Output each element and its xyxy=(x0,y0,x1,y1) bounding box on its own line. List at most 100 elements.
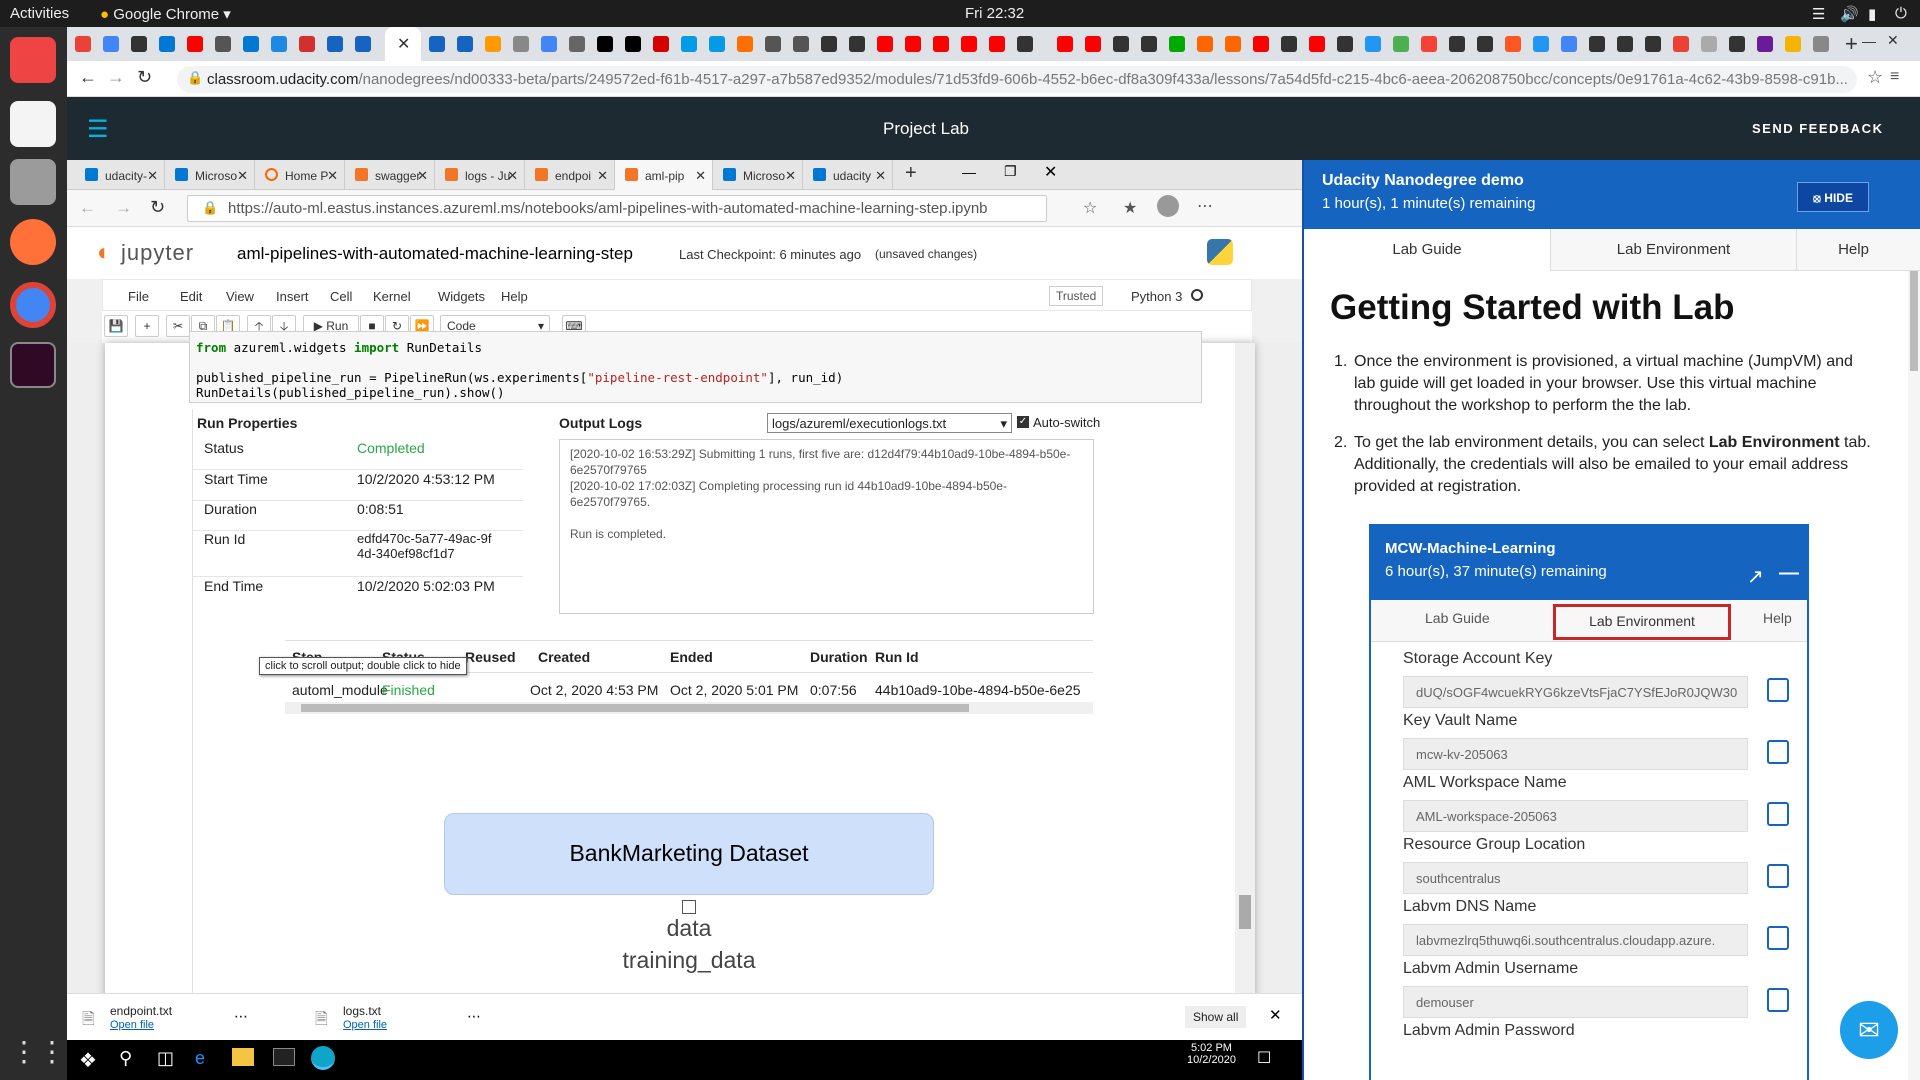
tab-favicon-icon[interactable] xyxy=(1225,36,1241,52)
tab-favicon-icon[interactable] xyxy=(1337,36,1353,52)
tab-favicon-icon[interactable] xyxy=(215,36,231,52)
tab-favicon-icon[interactable] xyxy=(821,36,837,52)
autoswitch-checkbox[interactable]: ✓ xyxy=(1017,416,1029,428)
window-close-icon[interactable]: ✕ xyxy=(1044,162,1057,182)
tab-favicon-icon[interactable] xyxy=(1197,36,1213,52)
search-icon[interactable]: ⚲ xyxy=(119,1048,132,1069)
tab-help[interactable]: Help xyxy=(1796,229,1910,271)
open-file-link[interactable]: Open file xyxy=(110,1019,154,1031)
hide-button[interactable]: ⦻ HIDE xyxy=(1797,182,1869,212)
close-downloads-icon[interactable]: ✕ xyxy=(1269,1006,1282,1024)
tab-favicon-icon[interactable] xyxy=(1785,36,1801,52)
tab-favicon-icon[interactable] xyxy=(1281,36,1297,52)
tab-favicon-icon[interactable] xyxy=(1589,36,1605,52)
wifi-icon[interactable]: ☰ xyxy=(1812,5,1825,23)
tab-favicon-icon[interactable] xyxy=(849,36,865,52)
tab-favicon-icon[interactable] xyxy=(765,36,781,52)
tab-favicon-icon[interactable] xyxy=(1393,36,1409,52)
tab-favicon-icon[interactable] xyxy=(187,36,203,52)
tab-favicon-icon[interactable] xyxy=(131,36,147,52)
open-file-link[interactable]: Open file xyxy=(343,1019,387,1031)
tab-favicon-icon[interactable] xyxy=(1421,36,1437,52)
log-file-select[interactable]: logs/azureml/executionlogs.txt ▾ xyxy=(767,413,1012,433)
chrome-dock-icon[interactable] xyxy=(10,282,56,328)
tab-favicon-icon[interactable] xyxy=(159,36,175,52)
tab-favicon-icon[interactable] xyxy=(737,36,753,52)
column-header[interactable]: Ended xyxy=(670,649,713,665)
notebook-name[interactable]: aml-pipelines-with-automated-machine-lea… xyxy=(237,244,633,264)
show-all-button[interactable]: Show all xyxy=(1185,1006,1247,1028)
active-app-menu[interactable]: ● Google Chrome ▾ xyxy=(100,5,231,23)
log-output-box[interactable]: [2020-10-02 16:53:29Z] Submitting 1 runs… xyxy=(559,439,1094,614)
tab-favicon-icon[interactable] xyxy=(1141,36,1157,52)
edge-tab[interactable]: udacity ✕ xyxy=(803,160,893,190)
text-editor-icon[interactable] xyxy=(10,101,56,147)
dataset-node[interactable]: BankMarketing Dataset xyxy=(444,813,934,895)
trusted-badge[interactable]: Trusted xyxy=(1049,286,1104,306)
tab-favicon-icon[interactable] xyxy=(1729,36,1745,52)
tab-favicon-icon[interactable] xyxy=(709,36,725,52)
volume-icon[interactable]: 🔊 xyxy=(1840,5,1859,23)
scrollbar-thumb[interactable] xyxy=(1910,271,1918,371)
more-options-icon[interactable]: ⋯ xyxy=(234,1008,248,1025)
files-icon[interactable] xyxy=(10,159,56,205)
file-explorer-icon[interactable] xyxy=(232,1048,254,1066)
favorites-bar-icon[interactable]: ★ xyxy=(1123,198,1137,218)
close-tab-icon[interactable]: ✕ xyxy=(785,168,796,184)
tab-favicon-icon[interactable] xyxy=(243,36,259,52)
edge-tab[interactable]: Microso ✕ xyxy=(713,160,803,190)
window-close-icon[interactable]: ✕ xyxy=(1887,32,1899,49)
edge-tab[interactable]: Microso ✕ xyxy=(165,160,255,190)
reload-icon[interactable]: ↻ xyxy=(137,67,152,88)
close-tab-icon[interactable]: ✕ xyxy=(397,34,410,54)
cut-icon[interactable]: ✂ xyxy=(166,315,190,337)
download-item[interactable]: 🗎 endpoint.txt Open file ⋯ xyxy=(82,1004,262,1034)
window-maximize-icon[interactable]: ❐ xyxy=(1004,163,1017,180)
tab-favicon-icon[interactable] xyxy=(1617,36,1633,52)
add-cell-icon[interactable]: + xyxy=(135,315,159,337)
tab-favicon-icon[interactable] xyxy=(1701,36,1717,52)
output-prompt-gutter[interactable] xyxy=(105,409,193,1011)
tab-favicon-icon[interactable] xyxy=(1645,36,1661,52)
tab-favicon-icon[interactable] xyxy=(299,36,315,52)
forward-arrow-icon[interactable]: → xyxy=(107,67,125,88)
column-header[interactable]: Duration xyxy=(810,649,868,665)
tab-favicon-icon[interactable] xyxy=(355,36,371,52)
chat-support-icon[interactable]: ✉ xyxy=(1840,1001,1898,1059)
tab-lab-guide[interactable]: Lab Guide xyxy=(1304,229,1550,271)
edge-tab-active[interactable]: aml-pip ✕ xyxy=(615,160,713,190)
anydesk-icon[interactable] xyxy=(10,37,56,83)
more-options-icon[interactable]: ⋯ xyxy=(467,1008,481,1025)
tab-favicon-icon[interactable] xyxy=(1169,36,1185,52)
close-tab-icon[interactable]: ✕ xyxy=(237,168,248,184)
close-tab-icon[interactable]: ✕ xyxy=(507,168,518,184)
edge-address-bar[interactable]: 🔒 https://auto-ml.eastus.instances.azure… xyxy=(187,195,1047,222)
tab-favicon-icon[interactable] xyxy=(485,36,501,52)
tab-favicon-icon[interactable] xyxy=(513,36,529,52)
tab-lab-environment[interactable]: Lab Environment xyxy=(1550,229,1796,271)
tab-favicon-icon[interactable] xyxy=(1757,36,1773,52)
edge-tab[interactable]: udacity- ✕ xyxy=(75,160,165,190)
tab-favicon-icon[interactable] xyxy=(1505,36,1521,52)
star-icon[interactable]: ☆ xyxy=(1867,67,1883,88)
column-header[interactable]: Reused xyxy=(465,649,516,665)
menu-widgets[interactable]: Widgets xyxy=(438,289,485,304)
horizontal-scrollbar[interactable] xyxy=(285,702,1093,714)
new-tab-button[interactable]: + xyxy=(905,162,917,185)
windows-start-icon[interactable]: ❖ xyxy=(79,1048,97,1073)
download-item[interactable]: 🗎 logs.txt Open file ⋯ xyxy=(315,1004,495,1034)
menu-view[interactable]: View xyxy=(226,289,254,304)
tab-favicon-icon[interactable] xyxy=(271,36,287,52)
tab-favicon-icon[interactable] xyxy=(327,36,343,52)
back-arrow-icon[interactable]: ← xyxy=(79,67,97,88)
tab-favicon-icon[interactable] xyxy=(75,36,91,52)
save-icon[interactable]: 💾 xyxy=(104,315,128,337)
scrollbar-thumb[interactable] xyxy=(1239,895,1251,929)
tab-favicon-icon[interactable] xyxy=(681,36,697,52)
new-tab-button[interactable]: + xyxy=(1845,31,1858,57)
tab-favicon-icon[interactable] xyxy=(429,36,445,52)
clock[interactable]: Fri 22:32 xyxy=(965,5,1024,22)
kernel-name[interactable]: Python 3 xyxy=(1131,289,1182,304)
tab-favicon-icon[interactable] xyxy=(793,36,809,52)
battery-icon[interactable]: ▮ xyxy=(1868,5,1876,23)
